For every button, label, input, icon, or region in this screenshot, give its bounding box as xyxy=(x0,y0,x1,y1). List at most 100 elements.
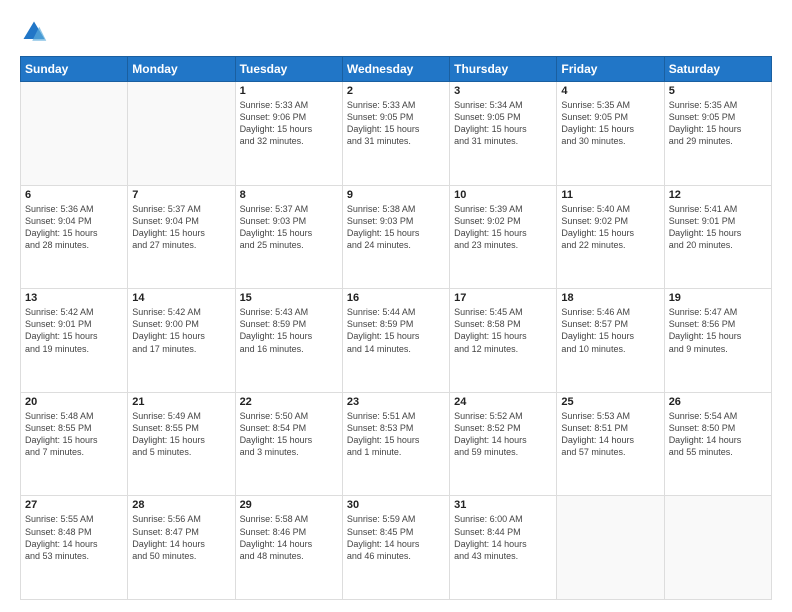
calendar-cell: 24 Sunrise: 5:52 AM Sunset: 8:52 PM Dayli… xyxy=(450,392,557,496)
calendar-cell: 2 Sunrise: 5:33 AM Sunset: 9:05 PM Daylig… xyxy=(342,82,449,186)
week-row-3: 13Sunrise: 5:42 AM Sunset: 9:01 PM Dayli… xyxy=(21,289,772,393)
weekday-header-friday: Friday xyxy=(557,57,664,82)
weekday-header-sunday: Sunday xyxy=(21,57,128,82)
calendar-cell: 18 Sunrise: 5:46 AM Sunset: 8:57 PM Dayli… xyxy=(557,289,664,393)
day-info: Sunrise: 5:49 AM Sunset: 8:55 PM Dayligh… xyxy=(132,410,230,459)
logo xyxy=(20,18,52,46)
calendar-cell: 13Sunrise: 5:42 AM Sunset: 9:01 PM Dayli… xyxy=(21,289,128,393)
weekday-header-monday: Monday xyxy=(128,57,235,82)
calendar-cell: 12 Sunrise: 5:41 AM Sunset: 9:01 PM Dayli… xyxy=(664,185,771,289)
day-info: Sunrise: 5:46 AM Sunset: 8:57 PM Dayligh… xyxy=(561,306,659,355)
calendar-cell: 11Sunrise: 5:40 AM Sunset: 9:02 PM Dayli… xyxy=(557,185,664,289)
day-number: 24 xyxy=(454,396,552,408)
header xyxy=(20,18,772,46)
day-number: 26 xyxy=(669,396,767,408)
day-info: Sunrise: 5:47 AM Sunset: 8:56 PM Dayligh… xyxy=(669,306,767,355)
day-info: Sunrise: 5:59 AM Sunset: 8:45 PM Dayligh… xyxy=(347,513,445,562)
day-number: 6 xyxy=(25,189,123,201)
day-number: 2 xyxy=(347,85,445,97)
day-info: Sunrise: 5:34 AM Sunset: 9:05 PM Dayligh… xyxy=(454,99,552,148)
day-info: Sunrise: 5:52 AM Sunset: 8:52 PM Dayligh… xyxy=(454,410,552,459)
day-number: 25 xyxy=(561,396,659,408)
weekday-header-thursday: Thursday xyxy=(450,57,557,82)
day-number: 8 xyxy=(240,189,338,201)
day-number: 23 xyxy=(347,396,445,408)
day-number: 18 xyxy=(561,292,659,304)
calendar-cell: 20 Sunrise: 5:48 AM Sunset: 8:55 PM Dayli… xyxy=(21,392,128,496)
calendar-cell: 9 Sunrise: 5:38 AM Sunset: 9:03 PM Daylig… xyxy=(342,185,449,289)
day-number: 10 xyxy=(454,189,552,201)
calendar-cell: 3 Sunrise: 5:34 AM Sunset: 9:05 PM Daylig… xyxy=(450,82,557,186)
calendar-cell: 15 Sunrise: 5:43 AM Sunset: 8:59 PM Dayli… xyxy=(235,289,342,393)
calendar-cell: 10 Sunrise: 5:39 AM Sunset: 9:02 PM Dayli… xyxy=(450,185,557,289)
calendar-cell xyxy=(21,82,128,186)
day-number: 27 xyxy=(25,499,123,511)
day-number: 4 xyxy=(561,85,659,97)
day-info: Sunrise: 5:54 AM Sunset: 8:50 PM Dayligh… xyxy=(669,410,767,459)
calendar-cell: 19 Sunrise: 5:47 AM Sunset: 8:56 PM Dayli… xyxy=(664,289,771,393)
calendar-cell: 31Sunrise: 6:00 AM Sunset: 8:44 PM Dayli… xyxy=(450,496,557,600)
calendar-cell: 27 Sunrise: 5:55 AM Sunset: 8:48 PM Dayli… xyxy=(21,496,128,600)
calendar-cell: 1 Sunrise: 5:33 AM Sunset: 9:06 PM Daylig… xyxy=(235,82,342,186)
calendar-cell xyxy=(664,496,771,600)
calendar-table: SundayMondayTuesdayWednesdayThursdayFrid… xyxy=(20,56,772,600)
week-row-5: 27 Sunrise: 5:55 AM Sunset: 8:48 PM Dayli… xyxy=(21,496,772,600)
calendar-cell: 29Sunrise: 5:58 AM Sunset: 8:46 PM Dayli… xyxy=(235,496,342,600)
day-info: Sunrise: 5:50 AM Sunset: 8:54 PM Dayligh… xyxy=(240,410,338,459)
day-number: 28 xyxy=(132,499,230,511)
day-number: 29 xyxy=(240,499,338,511)
page: SundayMondayTuesdayWednesdayThursdayFrid… xyxy=(0,0,792,612)
day-number: 17 xyxy=(454,292,552,304)
day-info: Sunrise: 5:39 AM Sunset: 9:02 PM Dayligh… xyxy=(454,203,552,252)
calendar-cell: 16Sunrise: 5:44 AM Sunset: 8:59 PM Dayli… xyxy=(342,289,449,393)
week-row-1: 1 Sunrise: 5:33 AM Sunset: 9:06 PM Daylig… xyxy=(21,82,772,186)
calendar-cell: 4 Sunrise: 5:35 AM Sunset: 9:05 PM Daylig… xyxy=(557,82,664,186)
day-number: 22 xyxy=(240,396,338,408)
logo-icon xyxy=(20,18,48,46)
calendar-cell: 5Sunrise: 5:35 AM Sunset: 9:05 PM Daylig… xyxy=(664,82,771,186)
day-number: 15 xyxy=(240,292,338,304)
day-info: Sunrise: 5:33 AM Sunset: 9:06 PM Dayligh… xyxy=(240,99,338,148)
calendar-cell xyxy=(557,496,664,600)
day-info: Sunrise: 5:38 AM Sunset: 9:03 PM Dayligh… xyxy=(347,203,445,252)
day-info: Sunrise: 5:45 AM Sunset: 8:58 PM Dayligh… xyxy=(454,306,552,355)
calendar-cell: 22 Sunrise: 5:50 AM Sunset: 8:54 PM Dayli… xyxy=(235,392,342,496)
day-number: 1 xyxy=(240,85,338,97)
day-info: Sunrise: 5:48 AM Sunset: 8:55 PM Dayligh… xyxy=(25,410,123,459)
day-number: 3 xyxy=(454,85,552,97)
day-number: 11 xyxy=(561,189,659,201)
day-info: Sunrise: 5:42 AM Sunset: 9:00 PM Dayligh… xyxy=(132,306,230,355)
calendar-cell: 6 Sunrise: 5:36 AM Sunset: 9:04 PM Daylig… xyxy=(21,185,128,289)
day-info: Sunrise: 5:37 AM Sunset: 9:03 PM Dayligh… xyxy=(240,203,338,252)
day-number: 19 xyxy=(669,292,767,304)
weekday-header-wednesday: Wednesday xyxy=(342,57,449,82)
day-info: Sunrise: 5:51 AM Sunset: 8:53 PM Dayligh… xyxy=(347,410,445,459)
day-number: 20 xyxy=(25,396,123,408)
day-info: Sunrise: 5:56 AM Sunset: 8:47 PM Dayligh… xyxy=(132,513,230,562)
weekday-header-tuesday: Tuesday xyxy=(235,57,342,82)
calendar-cell: 23 Sunrise: 5:51 AM Sunset: 8:53 PM Dayli… xyxy=(342,392,449,496)
week-row-4: 20 Sunrise: 5:48 AM Sunset: 8:55 PM Dayli… xyxy=(21,392,772,496)
day-number: 9 xyxy=(347,189,445,201)
day-info: Sunrise: 5:53 AM Sunset: 8:51 PM Dayligh… xyxy=(561,410,659,459)
day-info: Sunrise: 5:33 AM Sunset: 9:05 PM Dayligh… xyxy=(347,99,445,148)
day-info: Sunrise: 5:43 AM Sunset: 8:59 PM Dayligh… xyxy=(240,306,338,355)
day-info: Sunrise: 5:42 AM Sunset: 9:01 PM Dayligh… xyxy=(25,306,123,355)
day-info: Sunrise: 5:41 AM Sunset: 9:01 PM Dayligh… xyxy=(669,203,767,252)
day-number: 12 xyxy=(669,189,767,201)
day-info: Sunrise: 5:55 AM Sunset: 8:48 PM Dayligh… xyxy=(25,513,123,562)
calendar-cell: 28 Sunrise: 5:56 AM Sunset: 8:47 PM Dayli… xyxy=(128,496,235,600)
weekday-header-saturday: Saturday xyxy=(664,57,771,82)
weekday-header-row: SundayMondayTuesdayWednesdayThursdayFrid… xyxy=(21,57,772,82)
day-number: 30 xyxy=(347,499,445,511)
calendar-cell: 14Sunrise: 5:42 AM Sunset: 9:00 PM Dayli… xyxy=(128,289,235,393)
calendar-cell: 7Sunrise: 5:37 AM Sunset: 9:04 PM Daylig… xyxy=(128,185,235,289)
day-info: Sunrise: 5:35 AM Sunset: 9:05 PM Dayligh… xyxy=(669,99,767,148)
day-info: Sunrise: 6:00 AM Sunset: 8:44 PM Dayligh… xyxy=(454,513,552,562)
week-row-2: 6 Sunrise: 5:36 AM Sunset: 9:04 PM Daylig… xyxy=(21,185,772,289)
calendar-cell: 25 Sunrise: 5:53 AM Sunset: 8:51 PM Dayli… xyxy=(557,392,664,496)
calendar-cell xyxy=(128,82,235,186)
day-info: Sunrise: 5:35 AM Sunset: 9:05 PM Dayligh… xyxy=(561,99,659,148)
day-info: Sunrise: 5:36 AM Sunset: 9:04 PM Dayligh… xyxy=(25,203,123,252)
calendar-cell: 8 Sunrise: 5:37 AM Sunset: 9:03 PM Daylig… xyxy=(235,185,342,289)
